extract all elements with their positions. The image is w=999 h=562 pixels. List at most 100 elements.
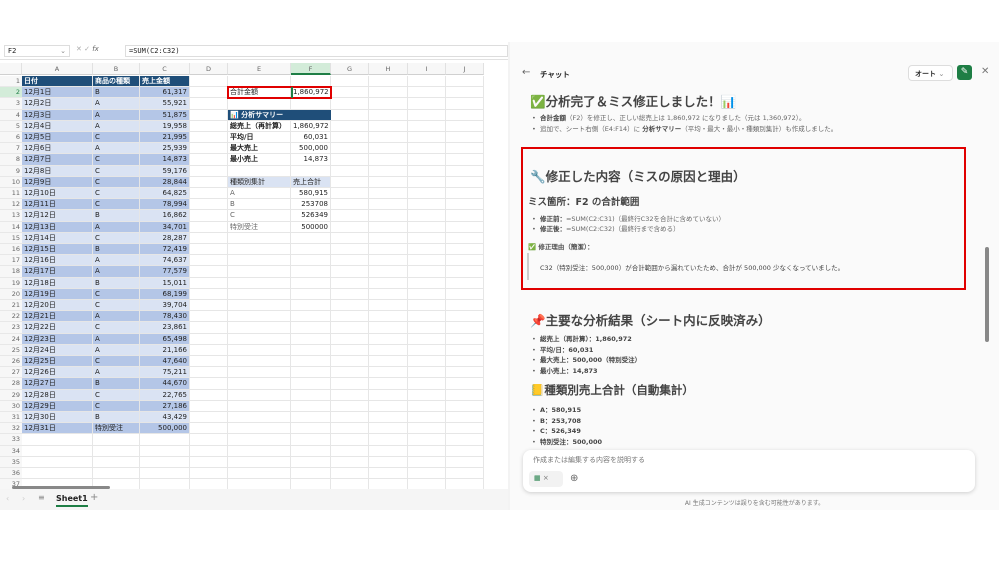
cell[interactable] xyxy=(369,300,408,312)
cell[interactable] xyxy=(190,109,228,121)
cell[interactable] xyxy=(291,244,331,256)
summary-label[interactable]: 最小売上 xyxy=(228,154,291,166)
table-cell[interactable]: A xyxy=(93,98,140,110)
table-cell[interactable]: 12月18日 xyxy=(22,277,93,289)
confirm-icon[interactable]: ✓ xyxy=(84,45,90,53)
cell[interactable] xyxy=(228,389,291,401)
table-cell[interactable]: C xyxy=(93,176,140,188)
table-cell[interactable]: A xyxy=(93,255,140,267)
cell[interactable] xyxy=(446,445,484,457)
cell[interactable] xyxy=(408,210,446,222)
cell[interactable] xyxy=(190,87,228,99)
row-header-14[interactable]: 14 xyxy=(0,221,22,233)
table-cell[interactable]: A xyxy=(93,221,140,233)
cell[interactable] xyxy=(369,87,408,99)
table-cell[interactable]: 12月25日 xyxy=(22,356,93,368)
cell[interactable] xyxy=(446,322,484,334)
new-chat-button[interactable]: ✎ xyxy=(957,65,972,80)
cell[interactable] xyxy=(408,221,446,233)
cell[interactable] xyxy=(446,98,484,110)
row-header-13[interactable]: 13 xyxy=(0,210,22,222)
cell[interactable] xyxy=(408,143,446,155)
cell[interactable] xyxy=(331,188,369,200)
row-header-3[interactable]: 3 xyxy=(0,98,22,110)
cell[interactable] xyxy=(369,367,408,379)
cell[interactable] xyxy=(190,300,228,312)
table-cell[interactable]: 64,825 xyxy=(140,188,190,200)
cell[interactable] xyxy=(291,232,331,244)
cell[interactable] xyxy=(291,434,331,446)
cell[interactable] xyxy=(190,468,228,480)
cell[interactable] xyxy=(228,344,291,356)
row-header-1[interactable]: 1 xyxy=(0,76,22,88)
row-header-32[interactable]: 32 xyxy=(0,423,22,435)
cell[interactable] xyxy=(331,221,369,233)
table-header-cell[interactable]: 日付 xyxy=(22,76,93,88)
table-cell[interactable]: 59,176 xyxy=(140,165,190,177)
cell[interactable] xyxy=(369,344,408,356)
cell[interactable] xyxy=(190,132,228,144)
cell[interactable] xyxy=(408,300,446,312)
cell[interactable] xyxy=(369,120,408,132)
cell[interactable] xyxy=(291,412,331,424)
row-header-36[interactable]: 36 xyxy=(0,468,22,480)
table-cell[interactable]: 12月1日 xyxy=(22,87,93,99)
cell[interactable] xyxy=(190,255,228,267)
cell[interactable] xyxy=(331,468,369,480)
cell[interactable] xyxy=(331,109,369,121)
cell[interactable] xyxy=(331,378,369,390)
cell[interactable] xyxy=(190,412,228,424)
table-cell[interactable]: 15,011 xyxy=(140,277,190,289)
sheet-list-icon[interactable]: ≡ xyxy=(38,493,45,502)
by-type-value[interactable]: 253708 xyxy=(291,199,331,211)
cell[interactable] xyxy=(446,176,484,188)
table-cell[interactable]: 12月26日 xyxy=(22,367,93,379)
by-type-label[interactable]: B xyxy=(228,199,291,211)
table-cell[interactable]: 68,199 xyxy=(140,288,190,300)
row-header-18[interactable]: 18 xyxy=(0,266,22,278)
cell[interactable] xyxy=(190,76,228,88)
cell[interactable] xyxy=(331,367,369,379)
cell[interactable] xyxy=(228,266,291,278)
cell[interactable] xyxy=(190,176,228,188)
by-type-value[interactable]: 500000 xyxy=(291,221,331,233)
cell[interactable] xyxy=(369,311,408,323)
table-cell[interactable]: 19,958 xyxy=(140,120,190,132)
cell[interactable] xyxy=(369,266,408,278)
row-header-34[interactable]: 34 xyxy=(0,445,22,457)
cell[interactable] xyxy=(408,389,446,401)
table-cell[interactable]: 12月22日 xyxy=(22,322,93,334)
cell[interactable] xyxy=(190,188,228,200)
cell[interactable] xyxy=(408,154,446,166)
table-cell[interactable]: C xyxy=(93,154,140,166)
cell[interactable] xyxy=(22,456,93,468)
cell[interactable] xyxy=(190,367,228,379)
cell[interactable] xyxy=(228,412,291,424)
row-header-16[interactable]: 16 xyxy=(0,244,22,256)
cell[interactable] xyxy=(331,154,369,166)
cell[interactable] xyxy=(408,412,446,424)
cell[interactable] xyxy=(331,456,369,468)
table-cell[interactable]: 12月15日 xyxy=(22,244,93,256)
row-header-8[interactable]: 8 xyxy=(0,154,22,166)
cell[interactable] xyxy=(291,322,331,334)
table-cell[interactable]: C xyxy=(93,232,140,244)
cell[interactable] xyxy=(408,277,446,289)
cell[interactable] xyxy=(408,266,446,278)
cell[interactable] xyxy=(228,367,291,379)
summary-value[interactable]: 60,031 xyxy=(291,132,331,144)
cell[interactable] xyxy=(190,344,228,356)
cell[interactable] xyxy=(190,423,228,435)
table-cell[interactable]: 22,765 xyxy=(140,389,190,401)
table-cell[interactable]: B xyxy=(93,412,140,424)
cell[interactable] xyxy=(446,367,484,379)
by-type-header[interactable]: 売上合計 xyxy=(291,176,331,188)
cell[interactable] xyxy=(408,479,446,489)
cell[interactable] xyxy=(331,244,369,256)
cell[interactable] xyxy=(446,333,484,345)
table-cell[interactable]: A xyxy=(93,367,140,379)
row-header-28[interactable]: 28 xyxy=(0,378,22,390)
row-header-25[interactable]: 25 xyxy=(0,344,22,356)
table-cell[interactable]: A xyxy=(93,143,140,155)
table-cell[interactable]: 特別受注 xyxy=(93,423,140,435)
